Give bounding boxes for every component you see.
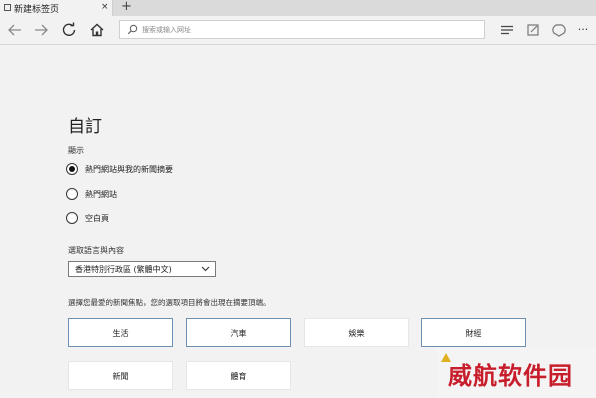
option-label: 熱門網站與我的新聞摘要 (85, 165, 173, 174)
topic-tile-entertainment[interactable]: 娛樂 (304, 318, 409, 347)
web-note-icon (527, 24, 539, 36)
back-arrow-icon (8, 24, 21, 36)
radio-button[interactable] (66, 188, 78, 200)
search-icon (127, 24, 138, 35)
search-input[interactable] (142, 22, 472, 37)
topic-tile-lifestyle[interactable]: 生活 (68, 318, 173, 347)
forward-arrow-icon (35, 24, 48, 36)
language-select[interactable]: 香港特別行政區 (繁體中文) (68, 261, 216, 277)
home-button[interactable] (88, 21, 106, 39)
forward-button[interactable] (32, 21, 50, 39)
close-icon[interactable]: × (101, 2, 109, 12)
topic-tile-autos[interactable]: 汽車 (186, 318, 291, 347)
page-icon (4, 4, 11, 11)
more-button[interactable]: ··· (574, 21, 592, 39)
topic-tile-sports[interactable]: 體育 (186, 361, 291, 390)
tab-strip: 新建标签页 × + (0, 0, 596, 16)
option-label: 空白頁 (85, 214, 109, 223)
option-label: 熱門網站 (85, 190, 117, 199)
share-icon (552, 24, 566, 37)
tab-new-tab[interactable]: 新建标签页 × (0, 0, 113, 16)
topic-label: 娛樂 (348, 329, 365, 338)
home-icon (90, 23, 104, 37)
refresh-button[interactable] (60, 21, 78, 39)
tab-title: 新建标签页 (14, 5, 60, 15)
topic-tile-news[interactable]: 新聞 (68, 361, 173, 390)
back-button[interactable] (6, 21, 24, 39)
show-section-label: 顯示 (68, 146, 84, 155)
radio-button-checked[interactable] (66, 163, 78, 175)
address-bar[interactable] (119, 20, 485, 39)
refresh-icon (62, 22, 76, 36)
topic-label: 生活 (112, 329, 129, 338)
selected-language: 香港特別行政區 (繁體中文) (75, 265, 172, 274)
topic-tile-finance[interactable]: 財經 (421, 318, 526, 347)
web-note-button[interactable] (524, 21, 542, 39)
topic-label: 體育 (230, 372, 247, 381)
share-button[interactable] (550, 21, 568, 39)
new-tab-button[interactable]: + (121, 0, 132, 14)
page-title: 自訂 (68, 117, 102, 137)
chevron-down-icon (201, 266, 210, 272)
language-section-label: 選取語言與內容 (68, 246, 124, 255)
topic-label: 財經 (465, 329, 482, 338)
topic-label: 汽車 (230, 329, 247, 338)
radio-button[interactable] (66, 212, 78, 224)
interests-prompt: 選擇您最愛的新聞焦點，您的選取項目將會出現在摘要頂端。 (68, 298, 271, 307)
topic-label: 新聞 (112, 372, 129, 381)
hub-button[interactable] (498, 21, 516, 39)
hub-icon (501, 25, 513, 35)
watermark-text: 威航软件园 (448, 361, 573, 390)
navigation-bar: ··· (0, 16, 596, 45)
